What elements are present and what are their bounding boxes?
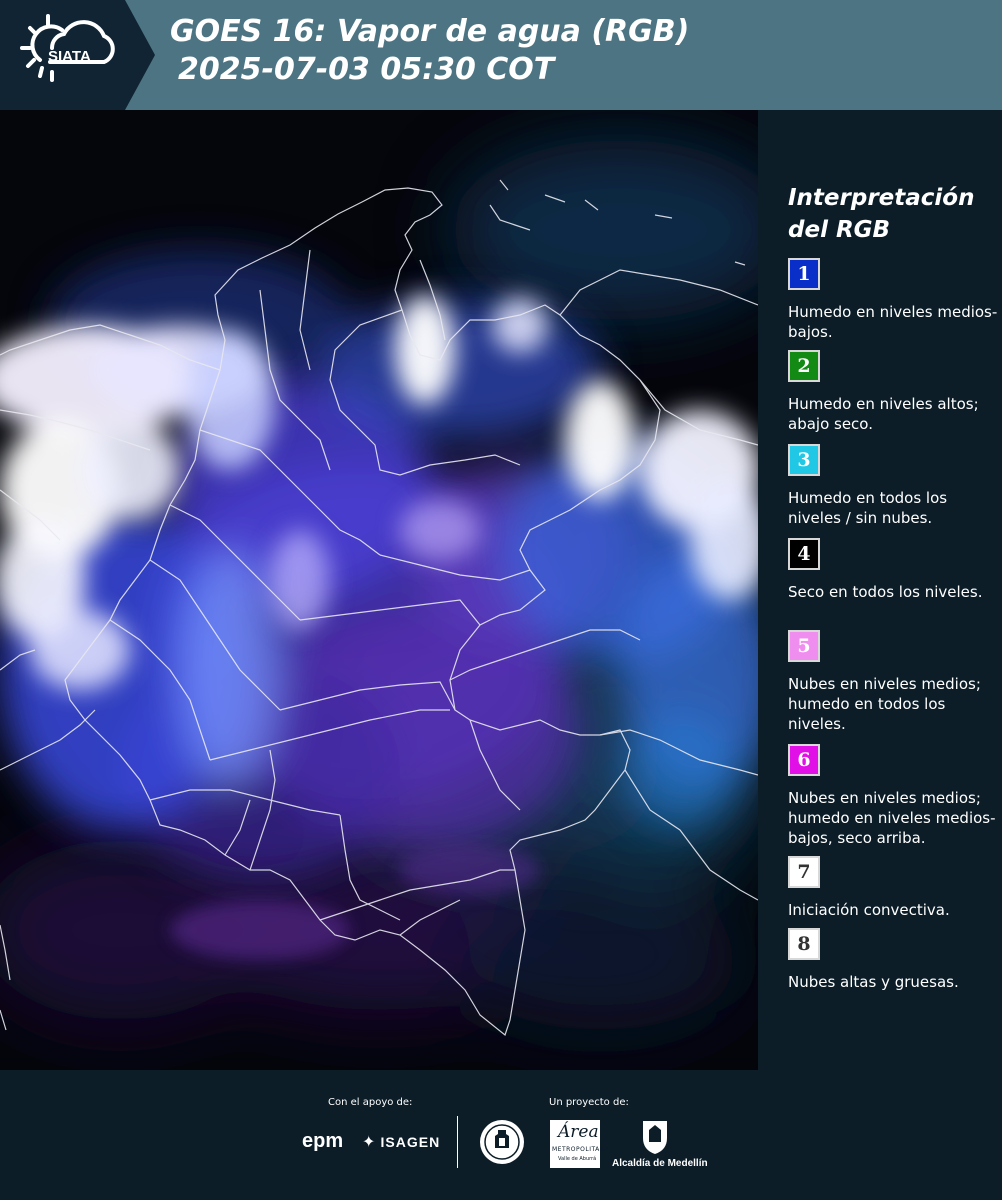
legend-swatch-4: 4 <box>788 538 820 570</box>
legend-desc-4: Seco en todos los niveles. <box>788 583 983 601</box>
legend-item-7: 7 Iniciación convectiva. <box>788 856 998 920</box>
legend-panel: Interpretación del RGB 1 Humedo en nivel… <box>762 110 1002 1068</box>
legend-item-1: 1 Humedo en niveles medios-bajos. <box>788 258 998 342</box>
page-timestamp: 2025-07-03 05:30 COT <box>178 52 555 87</box>
siata-logo-text: SIATA <box>48 48 91 65</box>
legend-desc-7: Iniciación convectiva. <box>788 901 950 919</box>
area-logo-subtitle: METROPOLITANA <box>552 1146 610 1153</box>
legend-item-5: 5 Nubes en niveles medios; humedo en tod… <box>788 630 998 734</box>
legend-title-line2: del RGB <box>788 217 891 243</box>
header-bar: SIATA GOES 16: Vapor de agua (RGB) 2025-… <box>0 0 1002 110</box>
legend-swatch-6: 6 <box>788 744 820 776</box>
area-logo-text: Área <box>558 1122 599 1142</box>
legend-item-4: 4 Seco en todos los niveles. <box>788 538 998 602</box>
legend-item-8: 8 Nubes altas y gruesas. <box>788 928 998 992</box>
legend-swatch-3: 3 <box>788 444 820 476</box>
legend-desc-2: Humedo en niveles altos; abajo seco. <box>788 395 979 433</box>
legend-swatch-1: 1 <box>788 258 820 290</box>
legend-item-3: 3 Humedo en todos los niveles / sin nube… <box>788 444 998 528</box>
gobernacion-seal-icon <box>478 1118 526 1170</box>
satellite-map <box>0 110 758 1070</box>
legend-swatch-5: 5 <box>788 630 820 662</box>
legend-desc-1: Humedo en niveles medios-bajos. <box>788 303 998 341</box>
legend-item-6: 6 Nubes en niveles medios; humedo en niv… <box>788 744 998 848</box>
alcaldia-logo-text: Alcaldía de Medellín <box>612 1158 708 1169</box>
legend-title: Interpretación del RGB <box>788 182 974 246</box>
isagen-logo: ✦ ISAGEN <box>362 1132 440 1151</box>
legend-item-2: 2 Humedo en niveles altos; abajo seco. <box>788 350 998 434</box>
legend-desc-8: Nubes altas y gruesas. <box>788 973 959 991</box>
siata-logo: SIATA <box>0 0 155 110</box>
footer-divider <box>457 1116 458 1168</box>
legend-desc-3: Humedo en todos los niveles / sin nubes. <box>788 489 948 527</box>
area-metropolitana-logo: Área METROPOLITANA Valle de Aburrá <box>550 1120 609 1168</box>
isagen-logo-text: ISAGEN <box>380 1134 441 1150</box>
legend-swatch-2: 2 <box>788 350 820 382</box>
legend-title-line1: Interpretación <box>788 185 975 211</box>
legend-desc-5: Nubes en niveles medios; humedo en todos… <box>788 675 981 733</box>
footer: Con el apoyo de: Un proyecto de: epm ✦ I… <box>0 1070 1002 1200</box>
epm-logo: epm <box>302 1130 344 1152</box>
legend-swatch-8: 8 <box>788 928 820 960</box>
alcaldia-shield-icon <box>640 1118 670 1160</box>
isagen-icon: ✦ <box>362 1132 376 1151</box>
project-label: Un proyecto de: <box>549 1097 629 1108</box>
legend-swatch-7: 7 <box>788 856 820 888</box>
page-title: GOES 16: Vapor de agua (RGB) <box>170 14 690 49</box>
legend-desc-6: Nubes en niveles medios; humedo en nivel… <box>788 789 996 847</box>
support-label: Con el apoyo de: <box>328 1097 413 1108</box>
area-logo-subtitle2: Valle de Aburrá <box>558 1156 597 1162</box>
